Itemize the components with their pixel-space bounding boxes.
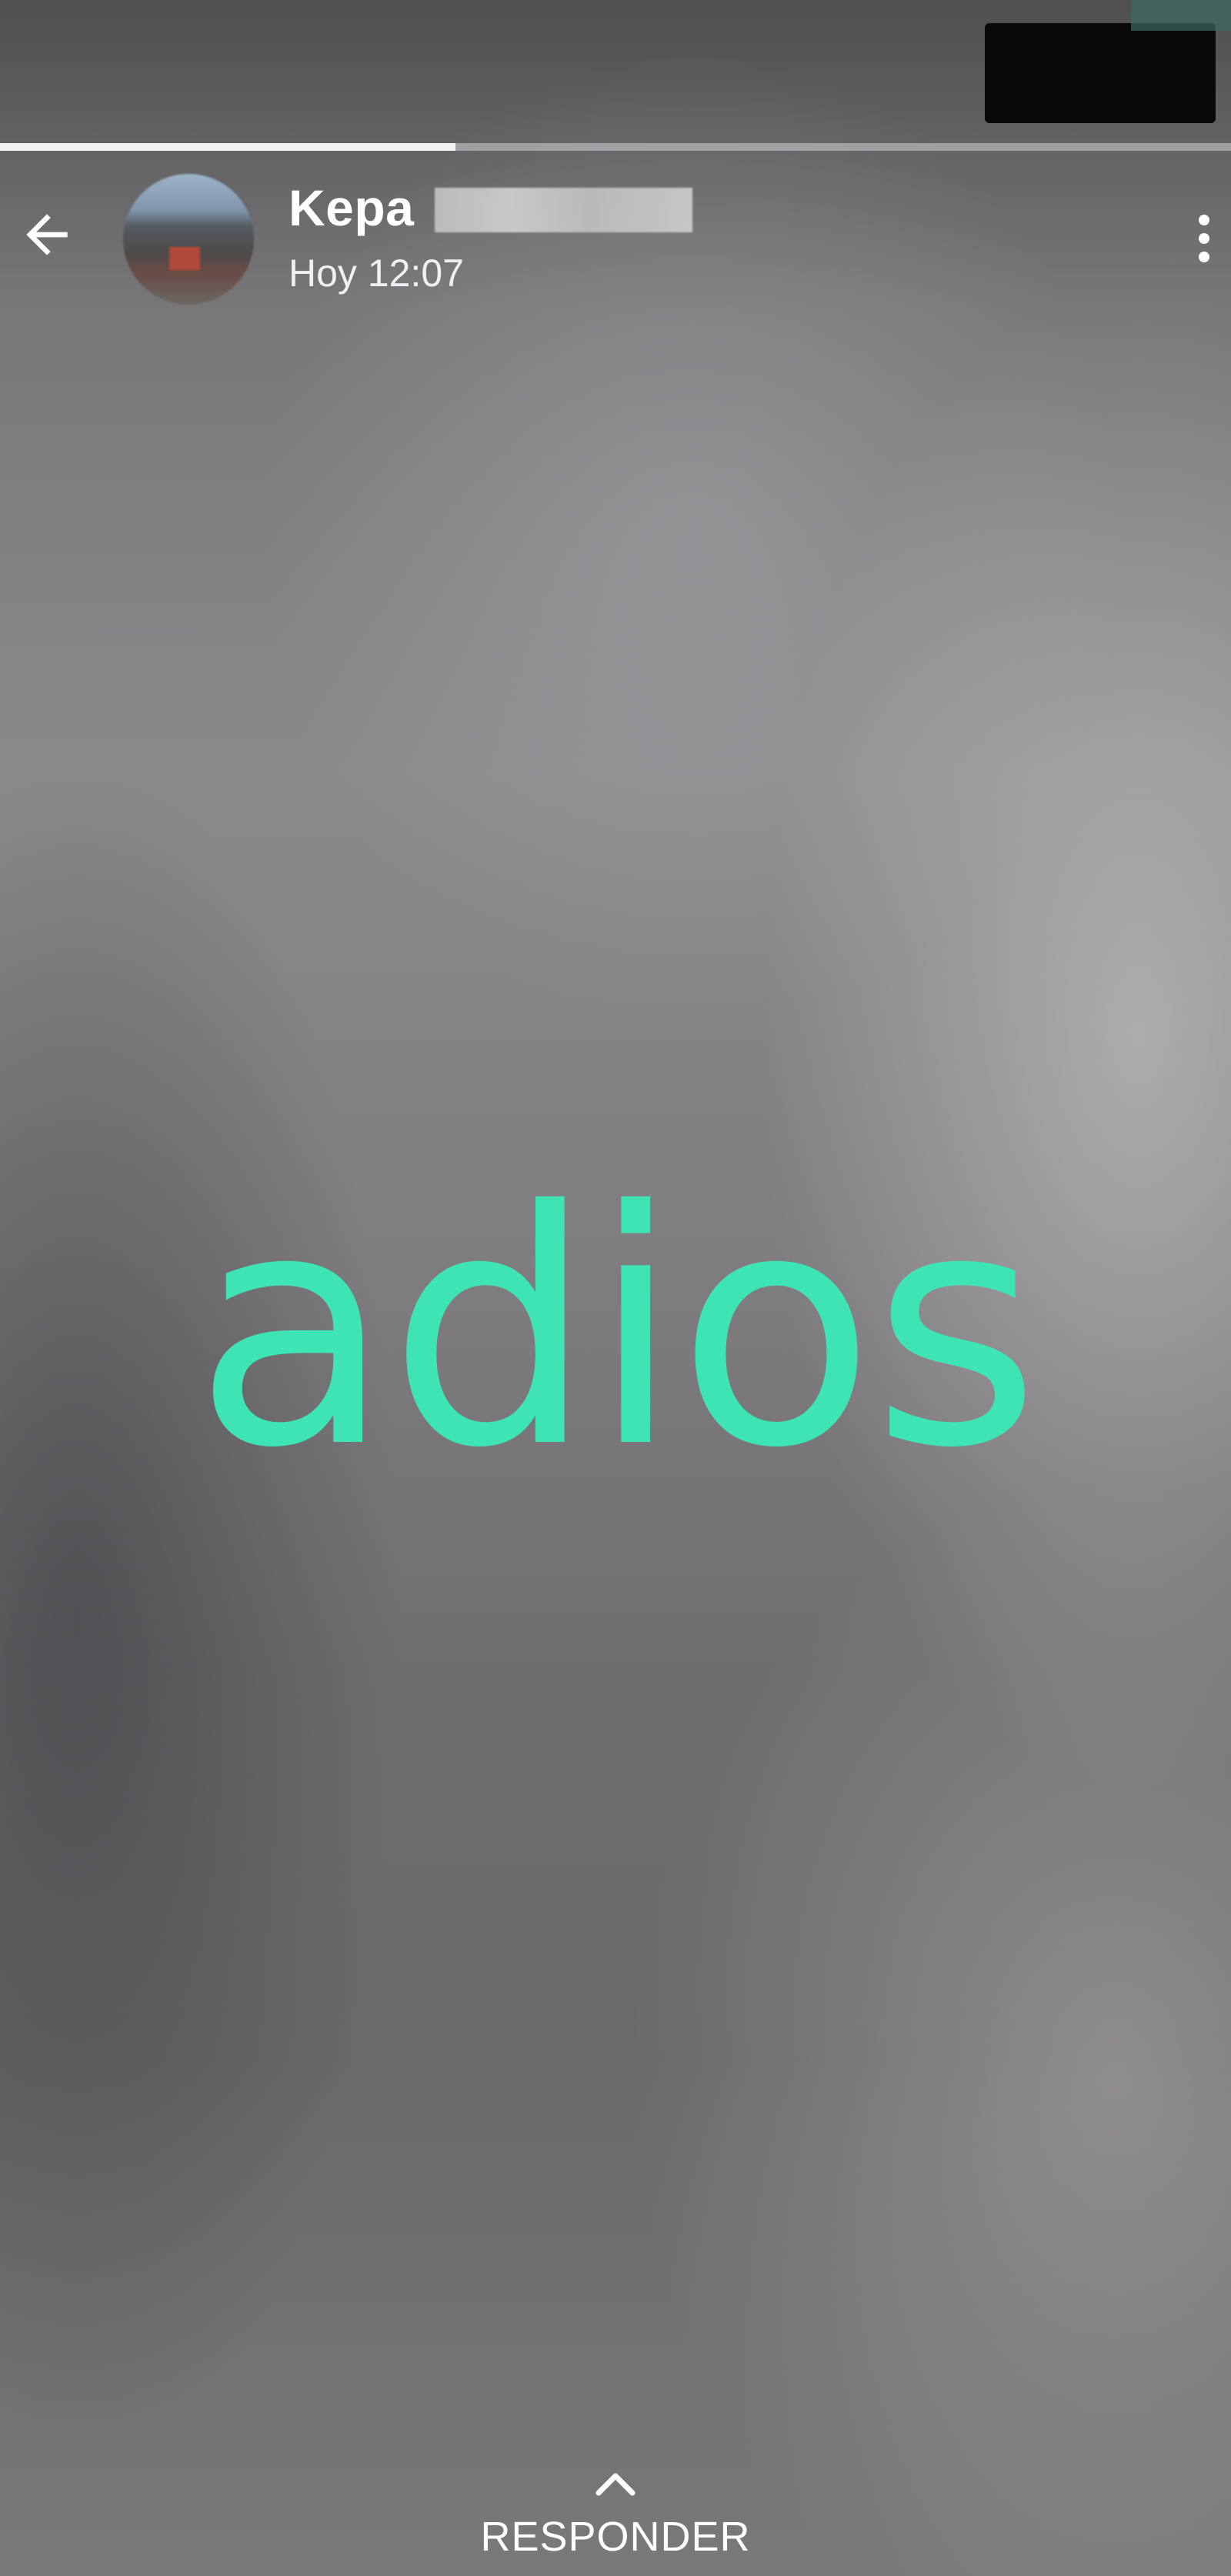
- avatar[interactable]: [123, 174, 254, 305]
- story-progress-track: [0, 143, 1231, 151]
- more-options-button[interactable]: [1185, 204, 1223, 273]
- arrow-left-icon: [26, 214, 68, 255]
- status-bar-redacted: [985, 0, 1231, 123]
- story-text: adios: [193, 1143, 1040, 1519]
- chevron-up-icon: [595, 2473, 636, 2496]
- story-timestamp: Hoy 12:07: [289, 252, 464, 295]
- contact-name-redacted: [435, 188, 692, 232]
- contact-name[interactable]: Kepa: [289, 179, 414, 237]
- story-progress-fill: [0, 143, 455, 151]
- more-vertical-icon: [1199, 215, 1209, 225]
- reply-label: RESPONDER: [480, 2514, 751, 2560]
- reply-button[interactable]: RESPONDER: [0, 2461, 1231, 2576]
- story-viewer: Kepa Hoy 12:07 adios RESPONDER: [0, 0, 1231, 2576]
- back-button[interactable]: [12, 200, 82, 269]
- story-header: Kepa Hoy 12:07: [0, 162, 1231, 315]
